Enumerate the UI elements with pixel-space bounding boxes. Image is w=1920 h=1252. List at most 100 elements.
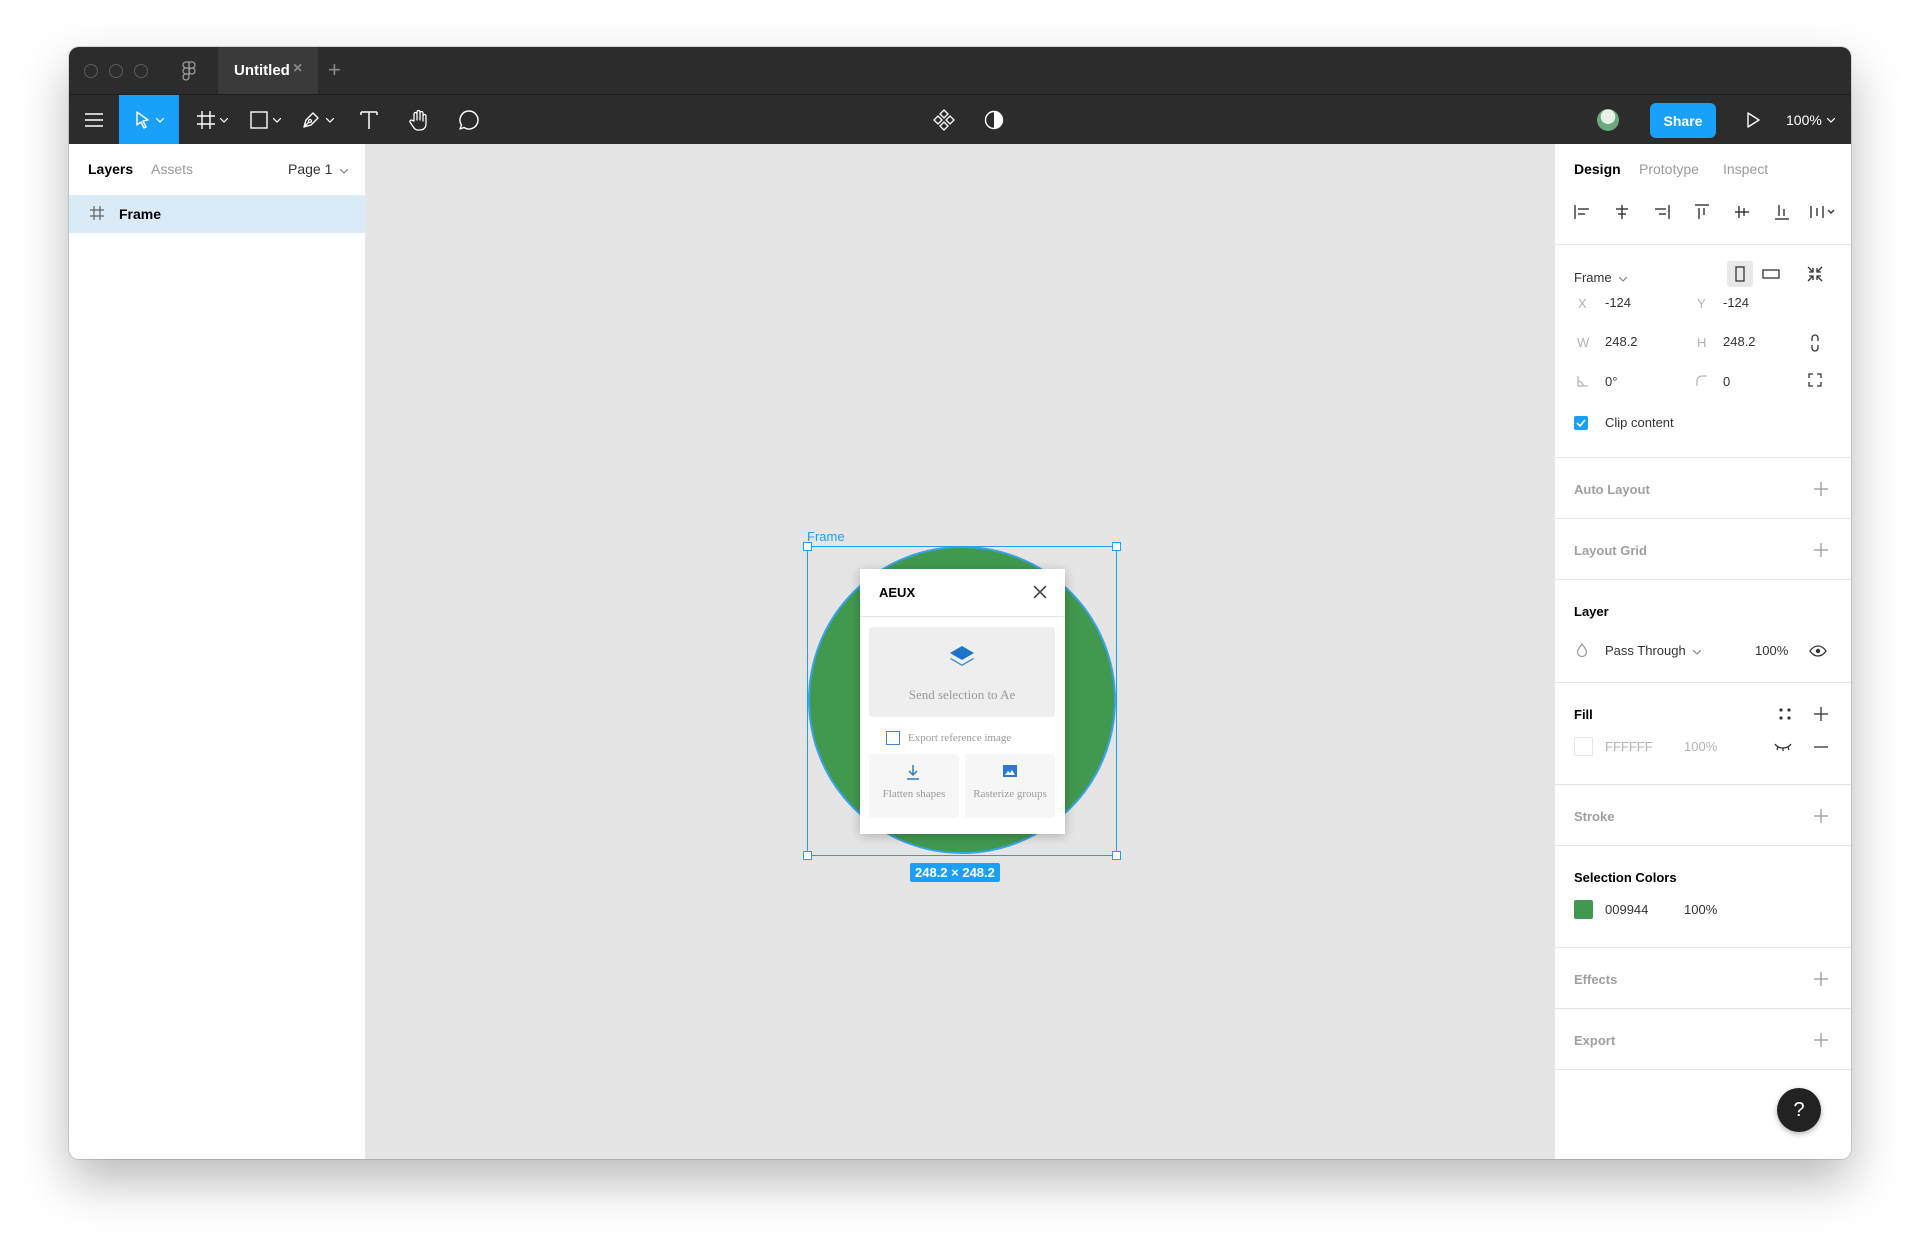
- close-tab-icon[interactable]: ×: [293, 60, 302, 78]
- y-input[interactable]: -124: [1723, 295, 1749, 310]
- export-reference-option[interactable]: Export reference image: [886, 731, 1011, 745]
- blend-mode-dropdown[interactable]: Pass Through: [1605, 643, 1702, 658]
- corner-radius-input[interactable]: 0: [1723, 374, 1730, 389]
- rasterize-groups-label: Rasterize groups: [973, 788, 1047, 800]
- stroke-section-title: Stroke: [1574, 809, 1615, 824]
- theme-toggle-button[interactable]: [974, 95, 1014, 145]
- pen-tool-button[interactable]: [294, 95, 340, 145]
- comment-tool-button[interactable]: [449, 95, 489, 145]
- align-horizontal-center-icon[interactable]: [1612, 202, 1632, 222]
- clip-content-checkbox[interactable]: [1574, 416, 1588, 430]
- add-stroke-plus-icon[interactable]: [1814, 809, 1828, 823]
- user-avatar[interactable]: [1597, 109, 1619, 131]
- help-button[interactable]: ?: [1777, 1088, 1821, 1132]
- align-top-icon[interactable]: [1692, 202, 1712, 222]
- tab-design[interactable]: Design: [1574, 161, 1621, 177]
- rectangle-icon: [249, 111, 268, 129]
- send-selection-button[interactable]: Send selection to Ae: [869, 627, 1055, 717]
- align-bottom-icon[interactable]: [1772, 202, 1792, 222]
- close-icon[interactable]: [1033, 585, 1047, 599]
- fill-hex-input[interactable]: FFFFFF: [1605, 739, 1653, 754]
- shape-tool-button[interactable]: [242, 95, 288, 145]
- divider: [1555, 947, 1851, 948]
- landscape-orientation-button[interactable]: [1758, 261, 1784, 287]
- eye-closed-icon[interactable]: [1774, 742, 1792, 752]
- selection-color-opacity[interactable]: 100%: [1684, 902, 1717, 917]
- resize-to-fit-button[interactable]: [1805, 264, 1825, 284]
- layout-grid-title: Layout Grid: [1574, 543, 1647, 558]
- height-input[interactable]: 248.2: [1723, 334, 1756, 349]
- hand-tool-button[interactable]: [399, 95, 439, 145]
- width-input[interactable]: 248.2: [1605, 334, 1638, 349]
- resize-handle-top-right[interactable]: [1112, 542, 1121, 551]
- frame-tool-button[interactable]: [189, 95, 235, 145]
- distribute-dropdown-icon[interactable]: [1808, 202, 1838, 222]
- add-auto-layout-plus-icon[interactable]: [1814, 482, 1828, 496]
- chevron-down-icon: [272, 117, 281, 123]
- components-icon: [933, 109, 955, 131]
- move-tool-button[interactable]: [119, 95, 179, 145]
- blend-mode-drop-icon: [1576, 643, 1588, 657]
- export-reference-label: Export reference image: [908, 732, 1012, 744]
- hamburger-icon: [85, 113, 103, 127]
- text-tool-button[interactable]: [349, 95, 389, 145]
- corner-radius-icon: [1696, 375, 1707, 386]
- align-right-icon[interactable]: [1652, 202, 1672, 222]
- export-reference-checkbox[interactable]: [886, 731, 900, 745]
- divider: [1555, 845, 1851, 846]
- tab-prototype[interactable]: Prototype: [1639, 161, 1699, 177]
- canvas[interactable]: Frame 248.2 × 248.2 AEUX Send selection …: [366, 144, 1554, 1159]
- resize-handle-bottom-right[interactable]: [1112, 851, 1121, 860]
- add-fill-plus-icon[interactable]: [1814, 707, 1828, 721]
- tab-layers[interactable]: Layers: [88, 161, 133, 177]
- present-button[interactable]: [1738, 95, 1768, 145]
- rotation-input[interactable]: 0°: [1605, 374, 1617, 389]
- divider: [1555, 579, 1851, 580]
- flatten-shapes-button[interactable]: Flatten shapes: [869, 754, 959, 818]
- layer-row-frame[interactable]: Frame: [69, 195, 366, 233]
- add-layout-grid-plus-icon[interactable]: [1814, 543, 1828, 557]
- fill-opacity-input[interactable]: 100%: [1684, 739, 1717, 754]
- constrain-proportions-icon[interactable]: [1809, 334, 1821, 352]
- minimize-window-button[interactable]: [109, 64, 123, 78]
- portrait-orientation-button[interactable]: [1727, 261, 1753, 287]
- align-left-icon[interactable]: [1572, 202, 1592, 222]
- selection-color-hex[interactable]: 009944: [1605, 902, 1648, 917]
- new-tab-button[interactable]: +: [328, 57, 341, 83]
- x-input[interactable]: -124: [1605, 295, 1631, 310]
- plugin-title: AEUX: [879, 585, 916, 600]
- figma-logo-icon[interactable]: [181, 61, 197, 81]
- add-effect-plus-icon[interactable]: [1814, 972, 1828, 986]
- share-button[interactable]: Share: [1650, 103, 1716, 138]
- title-bar: Untitled × +: [69, 47, 1851, 94]
- divider: [1555, 518, 1851, 519]
- independent-corners-icon[interactable]: [1808, 373, 1822, 387]
- fill-color-swatch[interactable]: [1574, 737, 1593, 756]
- layer-name: Frame: [119, 206, 162, 222]
- eye-icon[interactable]: [1809, 645, 1827, 657]
- frame-label[interactable]: Frame: [807, 529, 845, 544]
- tab-inspect[interactable]: Inspect: [1723, 161, 1768, 177]
- checkmark-icon: [1576, 419, 1586, 427]
- zoom-dropdown[interactable]: 100%: [1786, 95, 1835, 145]
- file-tab[interactable]: Untitled ×: [218, 47, 318, 94]
- zoom-window-button[interactable]: [134, 64, 148, 78]
- page-selector[interactable]: Page 1: [288, 161, 349, 177]
- frame-preset-label: Frame: [1574, 270, 1612, 285]
- rasterize-groups-button[interactable]: Rasterize groups: [965, 754, 1055, 818]
- tab-assets[interactable]: Assets: [151, 161, 193, 177]
- file-tab-title: Untitled: [234, 62, 290, 79]
- figma-window: Untitled × + Share 100% Layers Assets Pa…: [69, 47, 1851, 1159]
- main-menu-button[interactable]: [69, 95, 119, 145]
- frame-preset-dropdown[interactable]: Frame: [1574, 270, 1628, 285]
- resize-handle-top-left[interactable]: [803, 542, 812, 551]
- layer-opacity-input[interactable]: 100%: [1755, 643, 1788, 658]
- align-vertical-center-icon[interactable]: [1732, 202, 1752, 222]
- add-export-plus-icon[interactable]: [1814, 1033, 1828, 1047]
- resize-handle-bottom-left[interactable]: [803, 851, 812, 860]
- remove-fill-minus-icon[interactable]: [1814, 746, 1828, 748]
- components-button[interactable]: [924, 95, 964, 145]
- selection-color-swatch[interactable]: [1574, 900, 1593, 919]
- close-window-button[interactable]: [84, 64, 98, 78]
- fill-styles-icon[interactable]: [1778, 707, 1792, 721]
